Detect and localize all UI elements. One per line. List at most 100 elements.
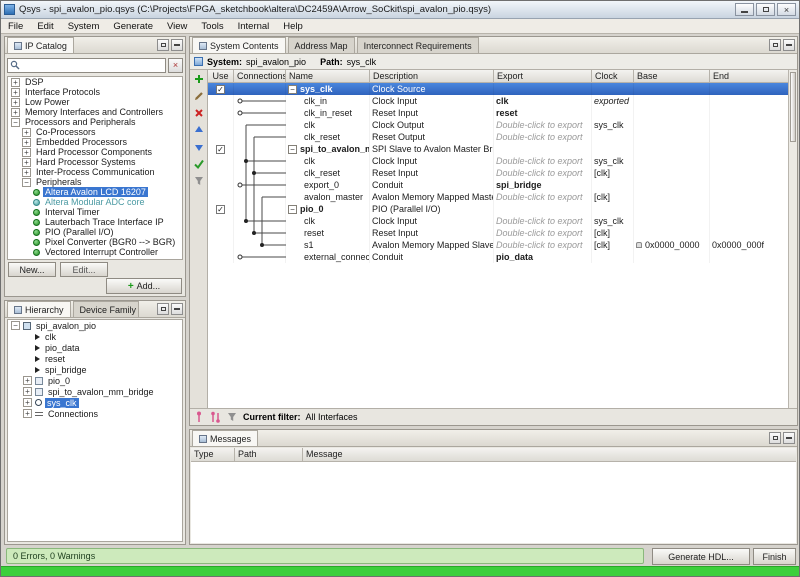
- menu-item-file[interactable]: File: [1, 19, 30, 33]
- tree-expander-icon[interactable]: +: [23, 387, 32, 396]
- panel-minimize-icon[interactable]: [171, 303, 183, 315]
- column-header-conn[interactable]: Connections: [234, 70, 286, 82]
- menu-item-tools[interactable]: Tools: [194, 19, 230, 33]
- menu-item-internal[interactable]: Internal: [231, 19, 277, 33]
- filter-icon[interactable]: [226, 411, 238, 423]
- ip-catalog-item[interactable]: +Interface Protocols: [8, 87, 182, 97]
- move-down-icon[interactable]: [192, 140, 206, 154]
- hierarchy-item[interactable]: reset: [8, 353, 182, 364]
- menu-item-system[interactable]: System: [61, 19, 107, 33]
- tree-expander-icon[interactable]: −: [11, 321, 20, 330]
- ip-catalog-item[interactable]: +Inter-Process Communication: [8, 167, 182, 177]
- panel-minimize-icon[interactable]: [783, 39, 795, 51]
- ip-catalog-item[interactable]: +Embedded Processors: [8, 137, 182, 147]
- tab-ip-catalog[interactable]: IP Catalog: [7, 37, 74, 53]
- tab-system-contents[interactable]: System Contents: [192, 37, 286, 53]
- cell-export[interactable]: Double-click to export: [494, 191, 592, 203]
- table-row[interactable]: s1Avalon Memory Mapped SlaveDouble-click…: [208, 239, 788, 251]
- ip-catalog-item[interactable]: +Hard Processor Components: [8, 147, 182, 157]
- column-header-use[interactable]: Use: [208, 70, 234, 82]
- hierarchy-item[interactable]: pio_data: [8, 342, 182, 353]
- edit-button[interactable]: Edit...: [60, 262, 108, 277]
- tab-messages[interactable]: Messages: [192, 430, 258, 446]
- tree-expander-icon[interactable]: +: [23, 398, 32, 407]
- tree-expander-icon[interactable]: +: [22, 168, 31, 177]
- ip-catalog-item[interactable]: +Co-Processors: [8, 127, 182, 137]
- add-component-icon[interactable]: [192, 72, 206, 86]
- table-scrollbar[interactable]: [788, 70, 797, 408]
- ip-catalog-item[interactable]: Interval Timer: [8, 207, 182, 217]
- table-row[interactable]: clkClock InputDouble-click to exportsys_…: [208, 215, 788, 227]
- ip-catalog-item[interactable]: Pixel Converter (BGR0 --> BGR): [8, 237, 182, 247]
- filter-icon[interactable]: [192, 174, 206, 188]
- hierarchy-item[interactable]: +sys_clk: [8, 397, 182, 408]
- check-icon[interactable]: [192, 157, 206, 171]
- ip-catalog-item[interactable]: PIO (Parallel I/O): [8, 227, 182, 237]
- table-row[interactable]: clk_inClock Inputclkexported: [208, 95, 788, 107]
- tree-expander-icon[interactable]: +: [22, 148, 31, 157]
- tree-expander-icon[interactable]: +: [23, 409, 32, 418]
- scrollbar-thumb[interactable]: [790, 72, 796, 142]
- messages-column-message[interactable]: Message: [303, 448, 796, 461]
- new-button[interactable]: New...: [8, 262, 56, 277]
- clear-search-icon[interactable]: ×: [168, 58, 183, 73]
- tab-device-family[interactable]: Device Family: [73, 301, 139, 317]
- move-up-icon[interactable]: [192, 123, 206, 137]
- tab-address-map[interactable]: Address Map: [288, 37, 355, 53]
- remove-icon[interactable]: [192, 106, 206, 120]
- table-row[interactable]: ✓−sys_clkClock Source: [208, 83, 788, 95]
- add-button[interactable]: + Add...: [106, 278, 182, 294]
- tree-expander-icon[interactable]: −: [22, 178, 31, 187]
- hierarchy-item[interactable]: spi_bridge: [8, 364, 182, 375]
- row-expander-icon[interactable]: −: [288, 85, 297, 94]
- hierarchy-item[interactable]: +pio_0: [8, 375, 182, 386]
- ip-catalog-item[interactable]: −Processors and Peripherals: [8, 117, 182, 127]
- ip-catalog-item[interactable]: +Hard Processor Systems: [8, 157, 182, 167]
- table-row[interactable]: clk_in_resetReset Inputreset: [208, 107, 788, 119]
- row-expander-icon[interactable]: −: [288, 145, 297, 154]
- hierarchy-item[interactable]: clk: [8, 331, 182, 342]
- ip-catalog-item[interactable]: −Peripherals: [8, 177, 182, 187]
- tree-expander-icon[interactable]: +: [11, 88, 20, 97]
- table-row[interactable]: external_connectionConduitpio_data: [208, 251, 788, 263]
- cell-export[interactable]: Double-click to export: [494, 167, 592, 179]
- column-header-clock[interactable]: Clock: [592, 70, 634, 82]
- use-checkbox[interactable]: ✓: [216, 145, 225, 154]
- close-button[interactable]: ×: [777, 3, 796, 16]
- tree-expander-icon[interactable]: −: [11, 118, 20, 127]
- menu-item-help[interactable]: Help: [276, 19, 310, 33]
- tree-expander-icon[interactable]: +: [22, 158, 31, 167]
- cell-export[interactable]: Double-click to export: [494, 227, 592, 239]
- table-row[interactable]: clk_resetReset InputDouble-click to expo…: [208, 167, 788, 179]
- ip-catalog-item[interactable]: +Low Power: [8, 97, 182, 107]
- tree-expander-icon[interactable]: +: [22, 128, 31, 137]
- ip-catalog-item[interactable]: Vectored Interrupt Controller: [8, 247, 182, 257]
- column-header-end[interactable]: End: [710, 70, 788, 82]
- panel-float-icon[interactable]: [769, 39, 781, 51]
- tab-interconnect-requirements[interactable]: Interconnect Requirements: [357, 37, 479, 53]
- messages-column-type[interactable]: Type: [191, 448, 235, 461]
- minimize-button[interactable]: [735, 3, 754, 16]
- tab-hierarchy[interactable]: Hierarchy: [7, 301, 71, 317]
- tree-expander-icon[interactable]: +: [11, 98, 20, 107]
- maximize-button[interactable]: [756, 3, 775, 16]
- tree-expander-icon[interactable]: +: [11, 108, 20, 117]
- tree-expander-icon[interactable]: +: [22, 138, 31, 147]
- search-input[interactable]: [20, 59, 163, 71]
- show-connections-icon[interactable]: [210, 411, 221, 423]
- menu-item-view[interactable]: View: [160, 19, 194, 33]
- menu-item-generate[interactable]: Generate: [106, 19, 160, 33]
- column-header-export[interactable]: Export: [494, 70, 592, 82]
- row-expander-icon[interactable]: −: [288, 205, 297, 214]
- ip-catalog-item[interactable]: Lauterbach Trace Interface IP: [8, 217, 182, 227]
- cell-export[interactable]: Double-click to export: [494, 119, 592, 131]
- table-row[interactable]: ✓−spi_to_avalon_mm_...SPI Slave to Avalo…: [208, 143, 788, 155]
- cell-export[interactable]: Double-click to export: [494, 215, 592, 227]
- hierarchy-item[interactable]: +spi_to_avalon_mm_bridge: [8, 386, 182, 397]
- edit-icon[interactable]: [192, 89, 206, 103]
- finish-button[interactable]: Finish: [753, 548, 796, 565]
- panel-minimize-icon[interactable]: [783, 432, 795, 444]
- cell-export[interactable]: Double-click to export: [494, 155, 592, 167]
- ip-catalog-item[interactable]: +Memory Interfaces and Controllers: [8, 107, 182, 117]
- ip-catalog-item[interactable]: +DSP: [8, 77, 182, 87]
